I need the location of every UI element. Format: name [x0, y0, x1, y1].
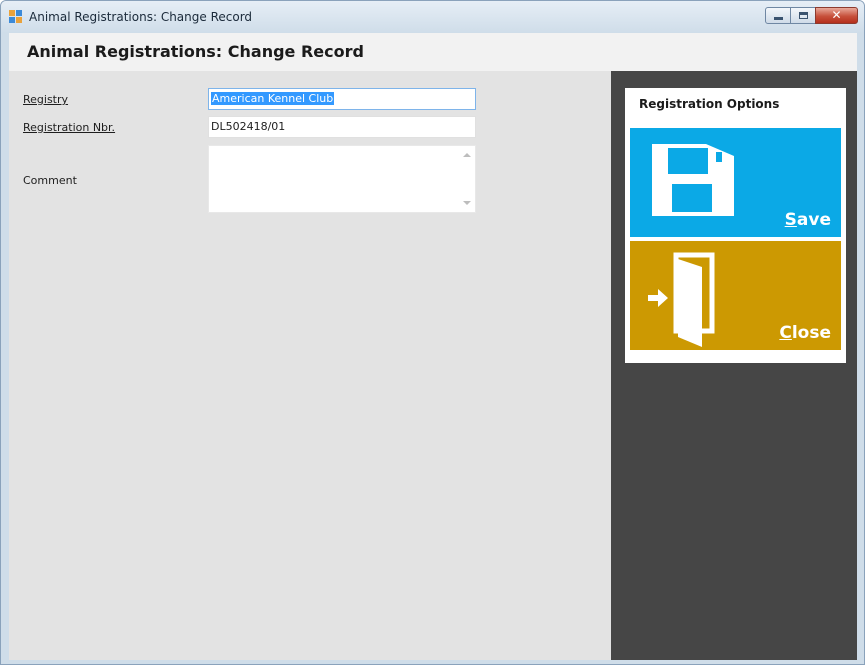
- scroll-down-icon[interactable]: [463, 201, 471, 205]
- registration-nbr-label: Registration Nbr.: [23, 121, 116, 134]
- maximize-icon: [799, 12, 808, 19]
- client-area: Animal Registrations: Change Record Regi…: [9, 33, 857, 660]
- minimize-icon: [774, 17, 783, 20]
- comment-label: Comment: [23, 174, 77, 187]
- close-icon: ✕: [831, 8, 842, 22]
- close-button[interactable]: Close: [630, 241, 841, 350]
- window-title: Animal Registrations: Change Record: [29, 10, 253, 24]
- comment-scrollbar[interactable]: [459, 146, 475, 212]
- page-title: Animal Registrations: Change Record: [27, 42, 364, 61]
- registration-nbr-value: DL502418/01: [211, 120, 286, 133]
- registry-input[interactable]: American Kennel Club: [208, 88, 476, 110]
- registry-label: Registry: [23, 93, 69, 106]
- close-label: Close: [779, 323, 831, 343]
- registration-nbr-input[interactable]: DL502418/01: [208, 116, 476, 138]
- registration-options-card: Registration Options Save Close: [625, 88, 846, 363]
- options-panel: Registration Options Save Close: [611, 71, 857, 660]
- save-button[interactable]: Save: [630, 128, 841, 237]
- scroll-up-icon[interactable]: [463, 153, 471, 157]
- minimize-button[interactable]: [765, 7, 791, 24]
- page-header: Animal Registrations: Change Record: [9, 33, 857, 71]
- window-controls: ✕: [765, 7, 858, 27]
- maximize-button[interactable]: [790, 7, 816, 24]
- floppy-disk-icon: [652, 144, 734, 216]
- registry-value: American Kennel Club: [211, 92, 335, 105]
- options-title: Registration Options: [639, 97, 780, 111]
- title-bar[interactable]: Animal Registrations: Change Record ✕: [1, 1, 864, 33]
- app-icon: [9, 10, 23, 24]
- comment-textarea[interactable]: [208, 145, 476, 213]
- save-label: Save: [784, 210, 831, 230]
- app-window: Animal Registrations: Change Record ✕ An…: [0, 0, 865, 665]
- close-window-button[interactable]: ✕: [815, 7, 858, 24]
- open-door-icon: [648, 252, 715, 347]
